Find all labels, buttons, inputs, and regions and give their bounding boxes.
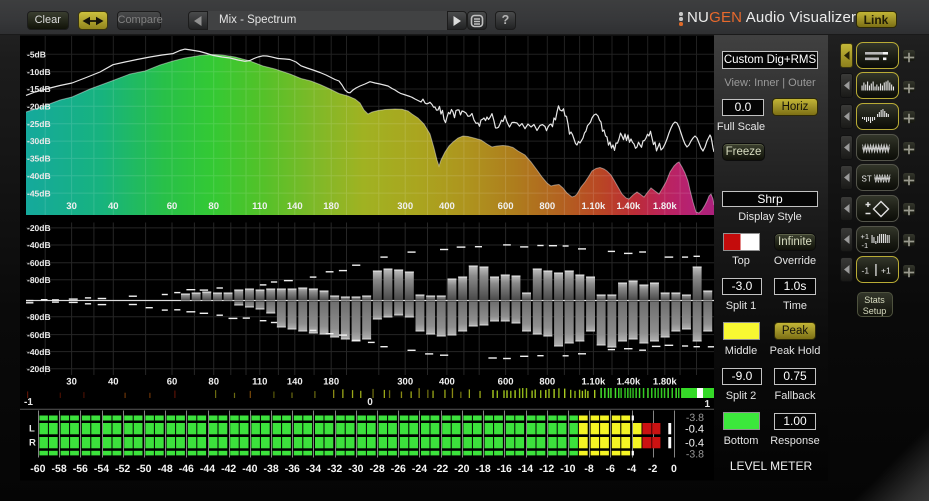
svg-text:-52: -52: [115, 463, 130, 475]
svg-text:800: 800: [539, 201, 555, 212]
svg-text:-56: -56: [73, 463, 88, 475]
svg-text:-20dB: -20dB: [27, 223, 51, 233]
svg-text:-60dB: -60dB: [27, 258, 51, 268]
svg-text:-20dB: -20dB: [27, 364, 51, 374]
svg-text:-3.8: -3.8: [686, 412, 704, 424]
svg-text:180: 180: [323, 201, 339, 212]
svg-text:-25dB: -25dB: [27, 119, 51, 129]
svg-text:1.40k: 1.40k: [617, 377, 641, 388]
svg-text:60: 60: [167, 377, 178, 388]
svg-text:300: 300: [397, 201, 413, 212]
svg-text:-80dB: -80dB: [27, 312, 51, 322]
svg-text:-38: -38: [264, 463, 279, 475]
svg-text:1.10k: 1.10k: [582, 201, 606, 212]
svg-text:-50: -50: [136, 463, 151, 475]
svg-text:1.10k: 1.10k: [582, 377, 606, 388]
svg-text:-58: -58: [52, 463, 67, 475]
svg-text:-36: -36: [285, 463, 300, 475]
svg-text:-15dB: -15dB: [27, 84, 51, 94]
svg-text:R: R: [29, 438, 36, 449]
svg-text:-10: -10: [560, 463, 575, 475]
svg-text:L: L: [29, 424, 35, 435]
svg-text:-60dB: -60dB: [27, 330, 51, 340]
svg-text:110: 110: [252, 201, 267, 212]
svg-text:-18: -18: [476, 463, 491, 475]
svg-text:0: 0: [671, 463, 677, 475]
svg-text:800: 800: [539, 377, 555, 388]
svg-text:1.80k: 1.80k: [653, 201, 677, 212]
svg-text:-16: -16: [497, 463, 512, 475]
svg-text:-46: -46: [179, 463, 194, 475]
svg-text:-32: -32: [327, 463, 342, 475]
svg-text:-28: -28: [370, 463, 385, 475]
svg-text:-44: -44: [200, 463, 215, 475]
svg-text:1.80k: 1.80k: [653, 377, 677, 388]
svg-text:600: 600: [498, 377, 514, 388]
svg-text:-54: -54: [94, 463, 109, 475]
svg-text:80: 80: [208, 377, 219, 388]
svg-text:-30: -30: [348, 463, 363, 475]
svg-text:180: 180: [323, 377, 339, 388]
svg-text:400: 400: [439, 201, 455, 212]
svg-text:-5dB: -5dB: [27, 50, 46, 60]
svg-text:110: 110: [252, 377, 267, 388]
svg-text:140: 140: [287, 201, 303, 212]
svg-text:-22: -22: [433, 463, 448, 475]
svg-text:1.40k: 1.40k: [617, 201, 641, 212]
svg-text:-34: -34: [306, 463, 321, 475]
svg-text:-42: -42: [221, 463, 236, 475]
svg-text:-6: -6: [606, 463, 615, 475]
svg-text:-48: -48: [158, 463, 173, 475]
svg-text:-40dB: -40dB: [27, 171, 51, 181]
svg-text:600: 600: [498, 201, 514, 212]
svg-text:-40dB: -40dB: [27, 240, 51, 250]
svg-text:80: 80: [208, 201, 219, 212]
svg-text:-10dB: -10dB: [27, 67, 51, 77]
svg-text:-2: -2: [648, 463, 657, 475]
svg-text:30: 30: [66, 377, 77, 388]
svg-text:300: 300: [397, 377, 413, 388]
svg-text:-0.4: -0.4: [685, 424, 704, 436]
svg-text:-14: -14: [518, 463, 533, 475]
svg-text:60: 60: [167, 201, 178, 212]
svg-text:0: 0: [367, 397, 373, 408]
svg-text:-1: -1: [24, 397, 33, 408]
svg-text:-24: -24: [412, 463, 427, 475]
svg-text:-20: -20: [454, 463, 469, 475]
svg-text:-20dB: -20dB: [27, 102, 51, 112]
svg-text:-60: -60: [30, 463, 45, 475]
svg-text:-35dB: -35dB: [27, 154, 51, 164]
svg-text:-4: -4: [627, 463, 636, 475]
svg-text:-40: -40: [242, 463, 257, 475]
svg-text:400: 400: [439, 377, 455, 388]
svg-text:-8: -8: [584, 463, 593, 475]
svg-text:-26: -26: [391, 463, 406, 475]
svg-text:-3.8: -3.8: [686, 449, 704, 461]
svg-text:40: 40: [108, 377, 119, 388]
svg-text:-12: -12: [539, 463, 554, 475]
svg-text:-45dB: -45dB: [27, 188, 51, 198]
svg-text:40: 40: [108, 201, 119, 212]
svg-text:-30dB: -30dB: [27, 136, 51, 146]
svg-text:30: 30: [66, 201, 77, 212]
svg-text:140: 140: [287, 377, 303, 388]
svg-text:-40dB: -40dB: [27, 347, 51, 357]
svg-text:-80dB: -80dB: [27, 275, 51, 285]
